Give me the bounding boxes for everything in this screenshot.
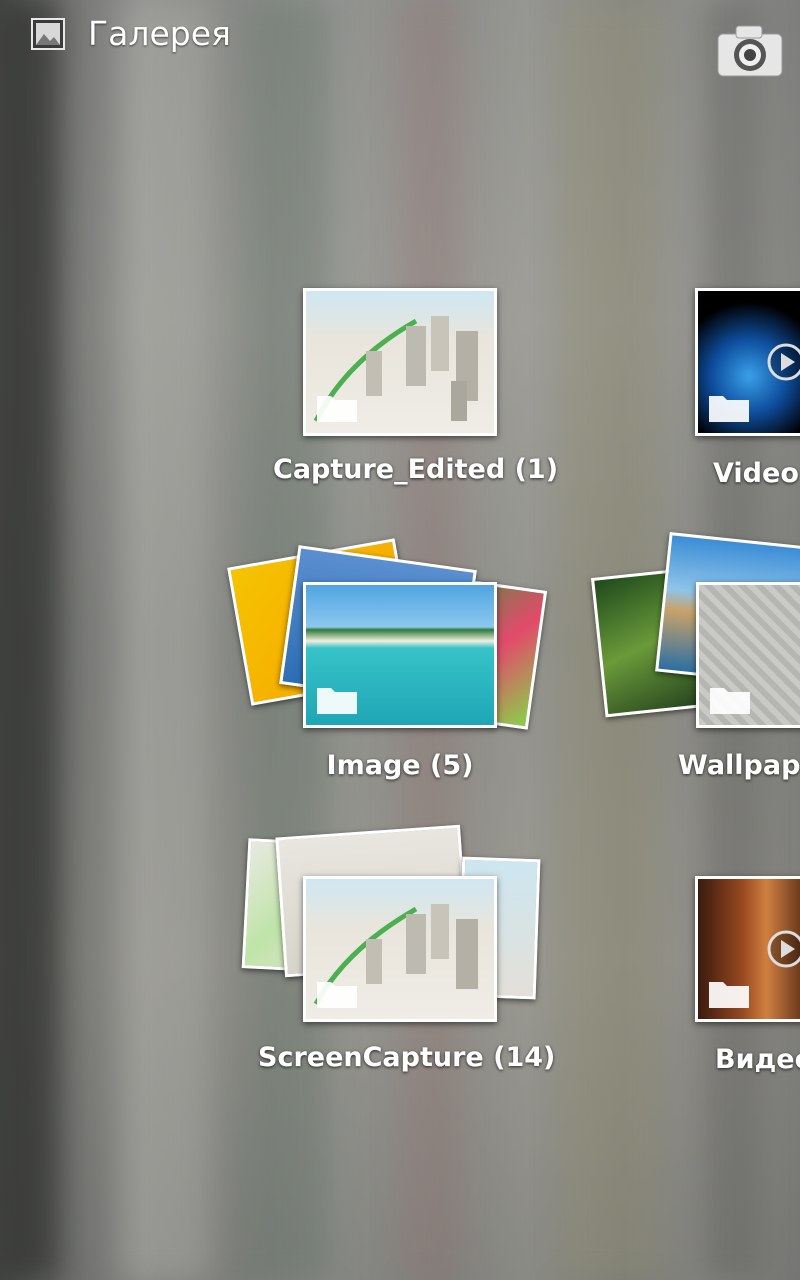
folder-icon — [709, 982, 749, 1008]
album-thumbnail — [303, 582, 497, 728]
album-capture-edited[interactable]: Capture_Edited (1) — [273, 286, 558, 486]
play-icon — [767, 930, 800, 968]
folder-icon — [710, 688, 750, 714]
album-label: Wallpap — [678, 750, 800, 781]
album-video[interactable]: Video — [695, 286, 800, 496]
folder-icon — [317, 982, 357, 1008]
folder-icon — [709, 396, 749, 422]
album-label: Capture_Edited (1) — [273, 454, 559, 485]
album-screencapture[interactable]: ScreenCapture (14) — [240, 824, 556, 1086]
album-label: Video — [713, 458, 799, 489]
play-icon — [767, 343, 800, 381]
album-video-ru[interactable]: Видео — [695, 874, 800, 1084]
album-image[interactable]: Image (5) — [227, 532, 558, 792]
page-title: Галерея — [88, 14, 231, 53]
folder-icon — [317, 396, 357, 422]
album-label: Image (5) — [326, 750, 474, 781]
album-label: ScreenCapture (14) — [258, 1042, 556, 1073]
album-thumbnail — [695, 876, 800, 1022]
picture-icon — [31, 18, 65, 50]
album-thumbnail — [695, 288, 800, 436]
album-thumbnail — [696, 582, 800, 728]
album-label: Видео — [715, 1044, 800, 1075]
camera-icon[interactable] — [714, 20, 786, 80]
album-thumbnail — [303, 876, 497, 1022]
action-bar: Галерея — [0, 0, 800, 80]
album-wallpaper[interactable]: Wallpap — [590, 532, 800, 792]
album-thumbnail — [303, 288, 497, 436]
folder-icon — [317, 688, 357, 714]
